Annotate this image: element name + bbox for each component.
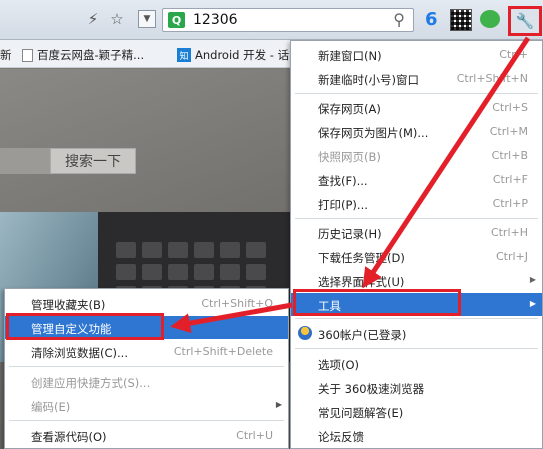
- menu-item-new-private-window[interactable]: 新建临时(小号)窗口 Ctrl+Shift+N: [291, 67, 542, 90]
- arrow-icon: ▶: [275, 400, 282, 409]
- submenu-item-encoding: 编码(E) ▶: [5, 394, 288, 417]
- submenu-item-clear-data[interactable]: 清除浏览数据(C)... Ctrl+Shift+Delete: [5, 340, 288, 363]
- menu-item-label: 下载任务管理(D): [318, 251, 405, 265]
- menu-item-shortcut: Ctrl+M: [489, 125, 528, 138]
- bookmark-label: 新: [0, 48, 12, 62]
- menu-item-downloads[interactable]: 下载任务管理(D) Ctrl+J: [291, 245, 542, 268]
- menu-item-label: 查看源代码(O): [31, 430, 107, 444]
- menu-separator: [295, 318, 538, 319]
- menu-separator: [295, 93, 538, 94]
- menu-separator: [295, 348, 538, 349]
- menu-item-options[interactable]: 选项(O): [291, 352, 542, 375]
- menu-item-label: 360帐户(已登录): [318, 328, 407, 342]
- submenu-item-view-source[interactable]: 查看源代码(O) Ctrl+U: [5, 424, 288, 447]
- menu-item-history[interactable]: 历史记录(H) Ctrl+H: [291, 221, 542, 244]
- menu-item-feedback[interactable]: 论坛反馈: [291, 424, 542, 447]
- arrow-icon: ▶: [529, 299, 536, 308]
- menu-item-shortcut: Ctrl+Shift+Delete: [173, 345, 273, 358]
- bookmark-label: 百度云网盘-颖子精...: [37, 48, 145, 62]
- menu-item-shortcut: Ctrl+F: [492, 173, 528, 186]
- wrench-icon[interactable]: 🔧: [508, 6, 542, 36]
- menu-item-shortcut: Ctrl+Shift+N: [456, 72, 528, 85]
- qr-icon[interactable]: [450, 9, 472, 31]
- menu-item-label: 快照网页(B): [318, 150, 381, 164]
- menu-item-print[interactable]: 打印(P)... Ctrl+P: [291, 192, 542, 215]
- 360-icon[interactable]: 6: [425, 9, 445, 31]
- menu-item-shortcut: Ctrl+J: [495, 250, 528, 263]
- search-icon[interactable]: ⚲: [393, 10, 405, 29]
- search-button[interactable]: 搜索一下: [50, 148, 136, 174]
- menu-item-tools[interactable]: 工具 ▶: [291, 293, 542, 316]
- bookmark-partial[interactable]: 新: [0, 47, 12, 63]
- submenu-item-bookmarks[interactable]: 管理收藏夹(B) Ctrl+Shift+O: [5, 292, 288, 315]
- menu-item-label: 管理收藏夹(B): [31, 298, 106, 312]
- address-text[interactable]: 12306: [193, 12, 238, 28]
- browser-toolbar: ⚡ ☆ ▼ Q 12306 ⚲ 6 🔧: [0, 0, 543, 40]
- search-input[interactable]: [0, 148, 50, 174]
- menu-item-shortcut: Ctrl+B: [491, 149, 528, 162]
- address-bar[interactable]: Q 12306 ⚲: [162, 8, 414, 32]
- menu-item-label: 历史记录(H): [318, 227, 382, 241]
- menu-item-shortcut: Ctrl+U: [236, 429, 273, 442]
- menu-item-find[interactable]: 查找(F)... Ctrl+F: [291, 168, 542, 191]
- menu-item-label: 查找(F)...: [318, 174, 368, 188]
- menu-item-label: 论坛反馈: [318, 430, 364, 444]
- menu-item-snapshot: 快照网页(B) Ctrl+B: [291, 144, 542, 167]
- dropdown-icon[interactable]: ▼: [138, 10, 156, 28]
- menu-item-shortcut: Ctrl+S: [492, 101, 528, 114]
- menu-item-label: 常见问题解答(E): [318, 406, 404, 420]
- menu-item-label: 创建应用快捷方式(S)...: [31, 376, 151, 390]
- menu-item-label: 打印(P)...: [318, 198, 368, 212]
- menu-item-shortcut: Ctrl+Shift+O: [201, 297, 273, 310]
- menu-item-label: 工具: [318, 299, 341, 313]
- tools-submenu: 管理收藏夹(B) Ctrl+Shift+O 管理自定义功能 清除浏览数据(C).…: [4, 288, 289, 449]
- menu-item-themes[interactable]: 选择界面样式(U) ▶: [291, 269, 542, 292]
- bookmark-item[interactable]: 百度云网盘-颖子精...: [22, 47, 144, 63]
- menu-item-save-as-image[interactable]: 保存网页为图片(M)... Ctrl+M: [291, 120, 542, 143]
- menu-item-shortcut: Ctrl+H: [490, 226, 528, 239]
- menu-item-label: 保存网页(A): [318, 102, 381, 116]
- menu-item-new-window[interactable]: 新建窗口(N) Ctrl+: [291, 43, 542, 66]
- zhihu-icon: 知: [177, 48, 191, 62]
- menu-item-label: 编码(E): [31, 400, 71, 414]
- menu-item-label: 选项(O): [318, 358, 360, 372]
- menu-item-about[interactable]: 关于 360极速浏览器: [291, 376, 542, 399]
- user-icon: [298, 326, 312, 340]
- menu-item-label: 关于 360极速浏览器: [318, 382, 425, 396]
- menu-item-shortcut: Ctrl+P: [492, 197, 528, 210]
- menu-item-label: 新建窗口(N): [318, 49, 382, 63]
- main-menu: 新建窗口(N) Ctrl+ 新建临时(小号)窗口 Ctrl+Shift+N 保存…: [290, 40, 543, 449]
- search-engine-icon: Q: [168, 12, 185, 28]
- star-icon[interactable]: ☆: [106, 8, 128, 30]
- menu-separator: [9, 420, 284, 421]
- menu-item-label: 保存网页为图片(M)...: [318, 126, 429, 140]
- menu-item-label: 选择界面样式(U): [318, 275, 405, 289]
- bookmark-label: Android 开发 - 话: [195, 48, 290, 62]
- menu-item-save-page[interactable]: 保存网页(A) Ctrl+S: [291, 96, 542, 119]
- menu-item-label: 清除浏览数据(C)...: [31, 346, 128, 360]
- menu-item-label: 新建临时(小号)窗口: [318, 73, 419, 87]
- menu-separator: [295, 218, 538, 219]
- menu-item-faq[interactable]: 常见问题解答(E): [291, 400, 542, 423]
- menu-item-label: 管理自定义功能: [31, 322, 112, 336]
- menu-item-account[interactable]: 360帐户(已登录): [291, 322, 542, 345]
- arrow-icon: ▶: [529, 275, 536, 284]
- lightning-icon[interactable]: ⚡: [84, 8, 102, 30]
- submenu-item-customize[interactable]: 管理自定义功能: [5, 316, 288, 339]
- menu-item-shortcut: Ctrl+: [499, 48, 528, 61]
- wechat-icon[interactable]: [480, 10, 500, 28]
- menu-separator: [9, 366, 284, 367]
- document-icon: [22, 48, 33, 62]
- bookmark-item[interactable]: 知 Android 开发 - 话: [177, 47, 289, 63]
- submenu-item-create-shortcut: 创建应用快捷方式(S)...: [5, 370, 288, 393]
